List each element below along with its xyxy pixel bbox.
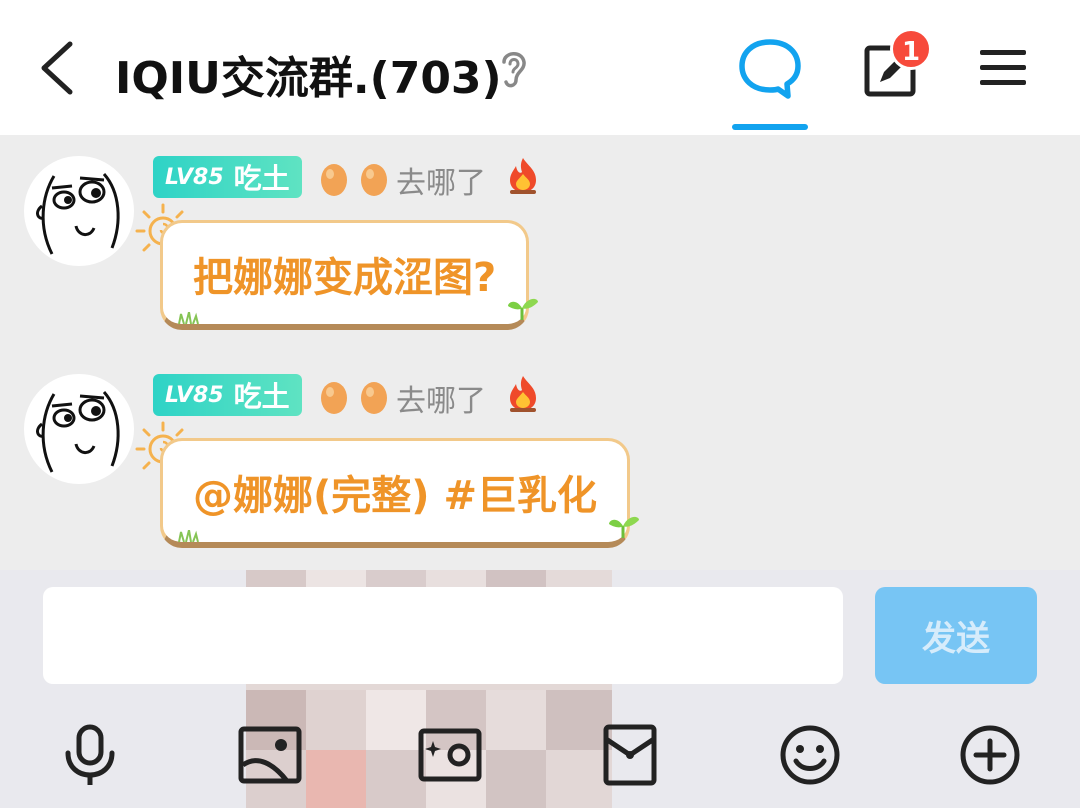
image-button[interactable]: [230, 720, 310, 790]
message-bubble[interactable]: 把娜娜变成涩图?: [160, 220, 539, 330]
emoji-button[interactable]: [770, 720, 850, 790]
hamburger-menu-icon: [980, 50, 1026, 85]
back-button[interactable]: [30, 36, 90, 100]
sprout-icon: [508, 298, 539, 320]
chevron-left-icon: [41, 41, 73, 95]
user-status: 去哪了: [396, 384, 486, 419]
menu-button[interactable]: [978, 44, 1030, 92]
avatar[interactable]: [24, 374, 134, 484]
tab-chat[interactable]: [732, 30, 808, 130]
nickname[interactable]: 吃土: [234, 157, 290, 197]
level-badge: LV85 吃土: [153, 374, 302, 416]
voice-button[interactable]: [50, 720, 130, 790]
top-bar: IQIU交流群.(703) 1: [0, 0, 1080, 135]
nickname[interactable]: 吃土: [234, 375, 290, 415]
meme-face-icon: [36, 173, 120, 255]
ear-icon[interactable]: [496, 46, 530, 90]
more-button[interactable]: [950, 720, 1030, 790]
group-title: IQIU交流群.(703): [115, 53, 502, 104]
grass-icon: [178, 530, 199, 542]
composer-panel: 发送: [0, 570, 1080, 808]
camera-icon: [418, 728, 482, 782]
chat-bubble-icon: [739, 39, 801, 99]
send-button[interactable]: 发送: [875, 587, 1037, 684]
level-badge: LV85 吃土: [153, 156, 302, 198]
message-bubble[interactable]: @娜娜(完整) #巨乳化: [160, 438, 640, 548]
fire-icon: [510, 376, 536, 412]
user-status: 去哪了: [396, 166, 486, 201]
sprout-icon: [609, 516, 640, 538]
chat-message: LV85 吃土 去哪了 把娜娜变成涩图?: [0, 156, 1080, 356]
egg-icon: [321, 164, 387, 196]
notification-badge: 1: [890, 28, 932, 70]
microphone-icon: [65, 724, 115, 785]
grass-icon: [178, 312, 199, 324]
fire-icon: [510, 158, 536, 194]
meme-face-icon: [36, 391, 120, 473]
image-icon: [238, 726, 302, 784]
message-text: 把娜娜变成涩图?: [193, 254, 497, 301]
active-tab-indicator: [732, 124, 808, 130]
level-label: LV85: [165, 382, 224, 408]
red-packet-icon: [603, 724, 657, 786]
red-packet-button[interactable]: [590, 720, 670, 790]
egg-icon: [321, 382, 387, 414]
message-text: @娜娜(完整) #巨乳化: [193, 472, 598, 519]
plus-icon: [960, 725, 1020, 785]
camera-button[interactable]: [410, 720, 490, 790]
message-input[interactable]: [43, 587, 843, 684]
chat-message: LV85 吃土 去哪了 @娜娜(完整) #巨乳化: [0, 374, 1080, 574]
level-label: LV85: [165, 164, 224, 190]
avatar[interactable]: [24, 156, 134, 266]
emoji-icon: [780, 725, 840, 785]
